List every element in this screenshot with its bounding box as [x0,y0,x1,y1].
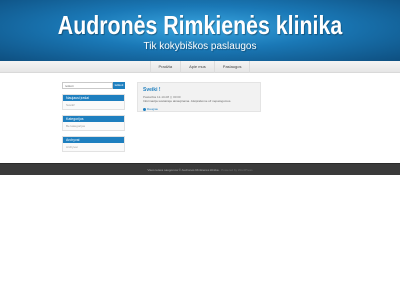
widget-link[interactable]: Be kategorijos [63,122,124,130]
widget-archives: Archyvai Archyvai [62,136,125,152]
nav-item-services[interactable]: Paslaugos [215,60,251,73]
bullet-icon [143,107,146,111]
search-button[interactable]: Ieškoti [113,82,125,89]
nav-item-home[interactable]: Pradžia [149,60,182,73]
nav-item-about[interactable]: Apie mus [181,60,215,73]
search-input[interactable] [62,82,113,89]
search-form: Ieškoti [62,82,125,89]
site-tagline: Tik kokybiškos paslaugos [143,41,257,52]
main-navigation: Pradžia Apie mus Paslaugos [0,60,400,73]
widget-link[interactable]: Sveiki! [63,101,124,109]
footer-link[interactable]: Powered by WordPress [221,168,252,172]
read-more-link[interactable]: Daugiau [143,107,158,111]
post-card: Sveiki ! Paskelbta 12-10-08 | | 00:00 In… [137,82,261,112]
site-footer: Visos teisės saugomos © Audronės Rimkien… [0,163,400,175]
read-more-label: Daugiau [147,107,159,111]
footer-copyright: Visos teisės saugomos © Audronės Rimkien… [147,168,219,172]
widget-categories: Kategorijos Be kategorijos [62,115,125,131]
site-title[interactable]: Audronės Rimkienės klinika [36,11,364,39]
widget-recent-posts: Naujausi įrašai Sveiki! [62,94,125,110]
page: Audronės Rimkienės klinika Tik kokybiško… [0,0,400,300]
post-title[interactable]: Sveiki ! [143,87,161,93]
widget-link[interactable]: Archyvai [63,143,124,151]
post-excerpt: Informacija svetainėje atnaujinama. Atsi… [143,99,232,103]
site-header: Audronės Rimkienės klinika Tik kokybiško… [0,0,400,61]
sidebar: Ieškoti Naujausi įrašai Sveiki! Kategori… [62,82,125,152]
